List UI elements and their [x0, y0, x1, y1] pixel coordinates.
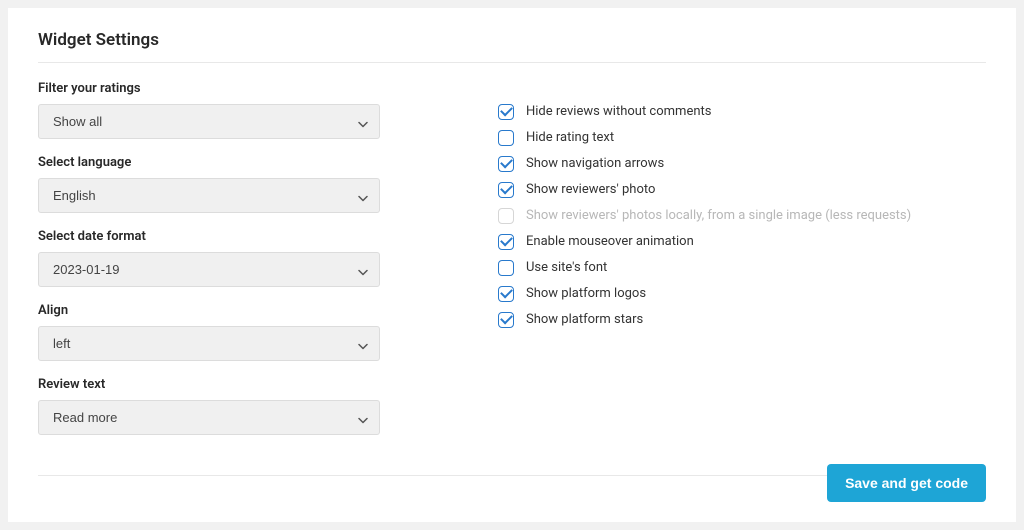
checkbox-label[interactable]: Hide reviews without comments: [526, 104, 712, 119]
checkbox[interactable]: [498, 286, 514, 302]
footer: Save and get code: [827, 464, 986, 502]
option-mouseover-anim: Enable mouseover animation: [498, 231, 986, 252]
settings-right-column: Hide reviews without comments Hide ratin…: [498, 81, 986, 451]
filter-ratings-select[interactable]: Show all: [38, 104, 380, 139]
checkbox-label[interactable]: Show reviewers' photo: [526, 182, 655, 197]
review-text-select[interactable]: Read more: [38, 400, 380, 435]
field-filter-ratings: Filter your ratings Show all: [38, 81, 380, 139]
option-hide-no-comments: Hide reviews without comments: [498, 101, 986, 122]
option-reviewers-photo: Show reviewers' photo: [498, 179, 986, 200]
option-photos-local: Show reviewers' photos locally, from a s…: [498, 205, 986, 226]
widget-settings-panel: Widget Settings Filter your ratings Show…: [8, 8, 1016, 522]
checkbox[interactable]: [498, 312, 514, 328]
checkbox-label[interactable]: Show platform stars: [526, 312, 643, 327]
checkbox[interactable]: [498, 104, 514, 120]
checkbox-label[interactable]: Show platform logos: [526, 286, 646, 301]
option-site-font: Use site's font: [498, 257, 986, 278]
checkbox[interactable]: [498, 260, 514, 276]
date-format-select[interactable]: 2023-01-19: [38, 252, 380, 287]
checkbox-label[interactable]: Enable mouseover animation: [526, 234, 694, 249]
option-platform-stars: Show platform stars: [498, 309, 986, 330]
language-select[interactable]: English: [38, 178, 380, 213]
field-label: Review text: [38, 377, 380, 392]
settings-left-column: Filter your ratings Show all Select lang…: [38, 81, 380, 451]
checkbox[interactable]: [498, 130, 514, 146]
field-label: Filter your ratings: [38, 81, 380, 96]
field-label: Select language: [38, 155, 380, 170]
save-and-get-code-button[interactable]: Save and get code: [827, 464, 986, 502]
field-align: Align left: [38, 303, 380, 361]
checkbox-label: Show reviewers' photos locally, from a s…: [526, 208, 911, 223]
align-select[interactable]: left: [38, 326, 380, 361]
panel-title: Widget Settings: [38, 30, 986, 63]
field-language: Select language English: [38, 155, 380, 213]
settings-body: Filter your ratings Show all Select lang…: [38, 81, 986, 451]
option-platform-logos: Show platform logos: [498, 283, 986, 304]
checkbox[interactable]: [498, 182, 514, 198]
field-date-format: Select date format 2023-01-19: [38, 229, 380, 287]
checkbox: [498, 208, 514, 224]
option-nav-arrows: Show navigation arrows: [498, 153, 986, 174]
checkbox-label[interactable]: Hide rating text: [526, 130, 614, 145]
field-label: Align: [38, 303, 380, 318]
option-hide-rating-text: Hide rating text: [498, 127, 986, 148]
field-review-text: Review text Read more: [38, 377, 380, 435]
checkbox[interactable]: [498, 234, 514, 250]
field-label: Select date format: [38, 229, 380, 244]
checkbox[interactable]: [498, 156, 514, 172]
checkbox-label[interactable]: Use site's font: [526, 260, 607, 275]
checkbox-label[interactable]: Show navigation arrows: [526, 156, 664, 171]
